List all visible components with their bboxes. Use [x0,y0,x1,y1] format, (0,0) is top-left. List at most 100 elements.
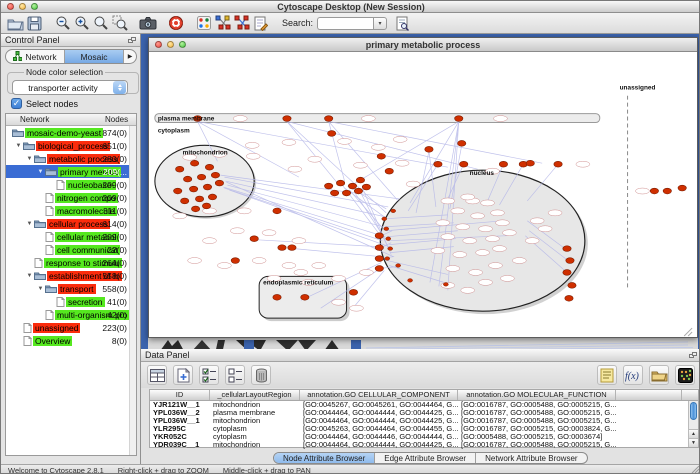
column-header[interactable]: annotation.GO CELLULAR_COMPONENT [300,390,458,400]
resize-grip[interactable] [691,465,700,474]
tree-row[interactable]: response to stimulu264(0) [6,256,129,269]
save-session-icon[interactable] [25,14,44,32]
table-row[interactable]: YLR295Ccytoplasm[GO:0045263, GO:0044464,… [150,425,698,433]
attribute-table-icon[interactable] [147,365,167,385]
table-cell[interactable]: cytoplasm [210,425,300,433]
table-cell[interactable]: [GO:0045263, GO:0044464, GO:0044455, G..… [300,425,458,433]
expand-arrow-icon[interactable]: ▼ [14,143,23,149]
table-cell[interactable]: YJR121W__1 [150,401,210,409]
tree-row[interactable]: unassigned223(0) [6,321,129,334]
new-attribute-icon[interactable] [173,365,193,385]
table-cell[interactable]: [GO:0016787, GO:0005488, GO:0005215, G..… [458,441,616,449]
network-view-titlebar[interactable]: primary metabolic process [149,38,697,52]
table-row[interactable]: YJR121W__1mitochondrion[GO:0045267, GO:0… [150,401,698,409]
table-cell[interactable]: YPL036W__2 [150,409,210,417]
unselect-attributes-icon[interactable] [225,365,245,385]
table-row[interactable]: YPL036W__1mitochondrion[GO:0044464, GO:0… [150,417,698,425]
function-builder-icon[interactable]: f(x) [623,365,643,385]
vizmapper-icon[interactable] [194,14,213,32]
table-cell[interactable]: [GO:0044464, GO:0044444, GO:0044425, G..… [300,417,458,425]
search-options-icon[interactable] [393,14,412,32]
table-cell[interactable]: [GO:0044464, GO:0044444, GO:0044425, G..… [300,441,458,449]
tree-row[interactable]: Overview8(0) [6,334,129,347]
tab-network[interactable]: Network [6,50,65,63]
network-canvas[interactable]: plasma membranecytoplasmmitochondrionnuc… [149,52,697,337]
new-network-from-selected-edges-icon[interactable] [232,14,251,32]
zoom-in-icon[interactable] [72,14,91,32]
tree-row[interactable]: cell communicat22(0) [6,243,129,256]
table-row[interactable]: YPL036W__2plasma membrane[GO:0044464, GO… [150,409,698,417]
zoom-selected-icon[interactable] [110,14,129,32]
tree-row[interactable]: macromolecule311(0) [6,204,129,217]
expand-arrow-icon[interactable]: ▼ [25,156,34,162]
annotation-icon[interactable] [251,14,270,32]
tree-row[interactable]: cellular metabol209(0) [6,230,129,243]
table-cell[interactable]: YDR039C__1 [150,441,210,449]
network-canvas-container: plasma membranecytoplasmmitochondrionnuc… [149,52,697,337]
column-header[interactable]: ID [150,390,210,400]
table-cell[interactable]: [GO:0044464, GO:0044446, GO:0044444, G..… [300,433,458,441]
expand-arrow-icon[interactable]: ▼ [25,273,34,279]
tree-row[interactable]: mosaic-demo-yeast874(0) [6,126,129,139]
tab-network-attribute-browser[interactable]: Network Attribute Browser [476,453,586,463]
attribute-matrix-icon[interactable] [675,365,695,385]
table-scrollbar-thumb[interactable] [690,402,697,420]
column-header[interactable]: annotation.GO MOLECULAR_FUNCTION [458,390,616,400]
tab-node-attribute-browser[interactable]: Node Attribute Browser [274,453,375,463]
tree-row[interactable]: ▼cellular process614(0) [6,217,129,230]
tree-row[interactable]: nitrogen compo209(0) [6,191,129,204]
attribute-notes-icon[interactable] [597,365,617,385]
table-scrollbar[interactable]: ▲ ▼ [688,401,698,447]
new-network-from-selected-nodes-icon[interactable] [213,14,232,32]
table-cell[interactable]: [GO:0016787, GO:0005488, GO:0005215, G..… [458,409,616,417]
select-attributes-icon[interactable] [199,365,219,385]
open-file-icon[interactable] [6,14,25,32]
tab-overflow-arrow-icon[interactable]: ▶ [124,50,136,63]
table-cell[interactable]: mitochondrion [210,441,300,449]
tree-scrollbar[interactable] [129,126,136,455]
table-cell[interactable]: [GO:0016787, GO:0005488, GO:0005215, G..… [458,417,616,425]
tree-row[interactable]: nucleobase-209(0) [6,178,129,191]
scroll-down-icon[interactable]: ▼ [689,438,698,447]
float-panel-icon[interactable] [128,37,136,44]
table-cell[interactable]: YPL036W__1 [150,417,210,425]
expand-arrow-icon[interactable]: ▼ [25,221,34,227]
import-attributes-icon[interactable] [649,365,669,385]
table-cell[interactable]: mitochondrion [210,417,300,425]
zoom-fit-icon[interactable] [91,14,110,32]
node-color-dropdown[interactable]: transporter activity [12,80,128,95]
table-cell[interactable]: plasma membrane [210,409,300,417]
tree-row[interactable]: ▼metabolic process280(0) [6,152,129,165]
search-input[interactable] [317,17,373,30]
table-cell[interactable]: [GO:0016787, GO:0005488, GO:0005215, G..… [458,401,616,409]
table-cell[interactable]: [GO:0016787, GO:0005215, GO:0003824, G..… [458,425,616,433]
table-cell[interactable]: YLR295C [150,425,210,433]
select-nodes-checkbox[interactable]: ✓ [11,98,22,109]
table-cell[interactable]: [GO:0045267, GO:0045261, GO:0044464, G..… [300,401,458,409]
table-cell[interactable]: mitochondrion [210,401,300,409]
snapshot-icon[interactable] [138,14,157,32]
scroll-up-icon[interactable]: ▲ [689,429,698,438]
search-dropdown-button[interactable]: ▾ [373,17,387,30]
table-cell[interactable]: [GO:0044464, GO:0044444, GO:0044425, G..… [300,409,458,417]
tree-row[interactable]: multi-organism pro42(0) [6,308,129,321]
float-data-panel-icon[interactable] [689,352,697,359]
tree-row[interactable]: ▼primary metabo209(... [6,165,129,178]
tree-row[interactable]: ▼transport558(0) [6,282,129,295]
expand-arrow-icon[interactable]: ▼ [36,286,45,292]
tab-mosaic[interactable]: Mosaic [65,50,124,63]
tree-row[interactable]: ▼biological_process651(0) [6,139,129,152]
table-cell[interactable]: cytoplasm [210,433,300,441]
tree-row[interactable]: secretion41(0) [6,295,129,308]
delete-attribute-icon[interactable] [251,365,271,385]
expand-arrow-icon[interactable]: ▼ [36,169,45,175]
table-row[interactable]: YDR039C__1mitochondrion[GO:0044464, GO:0… [150,441,698,449]
zoom-out-icon[interactable] [53,14,72,32]
tree-row[interactable]: ▼establishment of lo558(0) [6,269,129,282]
table-row[interactable]: YKR052Ccytoplasm[GO:0044464, GO:0044446,… [150,433,698,441]
column-header[interactable]: _cellularLayoutRegion [210,390,300,400]
table-cell[interactable]: YKR052C [150,433,210,441]
tab-edge-attribute-browser[interactable]: Edge Attribute Browser [375,453,476,463]
table-cell[interactable]: [GO:0005488, GO:0005215, GO:0003674] [458,433,616,441]
help-icon[interactable] [166,14,185,32]
